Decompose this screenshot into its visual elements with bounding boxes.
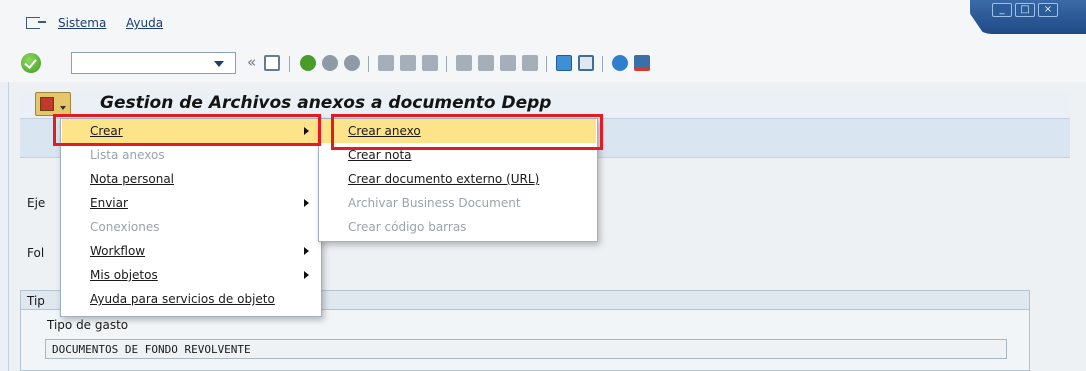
chevron-right-icon bbox=[304, 271, 309, 279]
next-page-icon[interactable] bbox=[500, 55, 516, 71]
toolbar-separator bbox=[446, 56, 447, 72]
exit-nav-icon[interactable] bbox=[322, 55, 338, 71]
save-icon[interactable] bbox=[264, 55, 280, 71]
label-ejercicio: Eje bbox=[27, 196, 46, 210]
group-box-title: Tip bbox=[27, 294, 45, 308]
toolbar-separator bbox=[602, 56, 603, 72]
command-field[interactable] bbox=[71, 52, 236, 74]
chevron-right-icon bbox=[304, 199, 309, 207]
menu-bar: Sistema Ayuda _ □ × bbox=[0, 0, 1086, 44]
tipo-de-gasto-field[interactable]: DOCUMENTOS DE FONDO REVOLVENTE bbox=[45, 339, 1007, 359]
menu-item-conexiones: Conexiones bbox=[62, 215, 320, 239]
annotation-box-crear-anexo bbox=[331, 114, 603, 150]
menu-item-label: Nota personal bbox=[90, 172, 175, 186]
standard-toolbar: « bbox=[0, 44, 1086, 82]
menu-item-label: Mis objetos bbox=[90, 268, 158, 282]
chevron-right-icon bbox=[304, 247, 309, 255]
menu-item-label: Lista anexos bbox=[90, 148, 165, 162]
services-context-menu: Crear Lista anexos Nota personal Enviar … bbox=[60, 118, 322, 317]
page-title: Gestion de Archivos anexos a documento D… bbox=[100, 93, 552, 113]
maximize-icon[interactable]: □ bbox=[1015, 3, 1035, 17]
menu-item-archivar-business-document: Archivar Business Document bbox=[320, 191, 596, 215]
label-folio: Fol bbox=[27, 246, 45, 260]
window-controls: _ □ × bbox=[970, 0, 1086, 34]
menu-item-label: Workflow bbox=[90, 244, 146, 258]
close-icon[interactable]: × bbox=[1038, 3, 1058, 17]
toolbar-separator bbox=[368, 56, 369, 72]
annotation-box-crear bbox=[53, 114, 321, 146]
chevron-down-icon bbox=[60, 106, 66, 110]
menu-item-label: Crear documento externo (URL) bbox=[348, 172, 540, 186]
menu-item-label: Crear nota bbox=[348, 148, 412, 162]
menu-item-lista-anexos: Lista anexos bbox=[62, 143, 320, 167]
field-label-tipo-de-gasto: Tipo de gasto bbox=[47, 318, 129, 332]
find-icon[interactable] bbox=[400, 55, 416, 71]
services-for-object-icon[interactable] bbox=[35, 92, 71, 116]
layout-menu-icon[interactable] bbox=[634, 55, 650, 71]
chevron-down-icon[interactable] bbox=[214, 61, 224, 67]
menu-item-mis-objetos[interactable]: Mis objetos bbox=[62, 263, 320, 287]
menu-item-label: Archivar Business Document bbox=[348, 196, 521, 210]
enter-check-icon[interactable] bbox=[21, 53, 41, 73]
print-icon[interactable] bbox=[378, 55, 394, 71]
menu-sistema[interactable]: Sistema bbox=[58, 16, 106, 30]
menu-item-crear-codigo-barras: Crear código barras bbox=[320, 215, 596, 239]
find-next-icon[interactable] bbox=[422, 55, 438, 71]
menu-item-label: Ayuda para servicios de objeto bbox=[90, 292, 275, 306]
new-session-icon[interactable] bbox=[556, 55, 572, 71]
first-page-icon[interactable] bbox=[456, 55, 472, 71]
help-icon[interactable] bbox=[612, 55, 628, 71]
menu-item-ayuda-servicios[interactable]: Ayuda para servicios de objeto bbox=[62, 287, 320, 311]
double-chevron-left-icon[interactable]: « bbox=[247, 53, 256, 71]
toolbar-separator bbox=[289, 56, 290, 72]
menu-item-label: Crear código barras bbox=[348, 220, 467, 234]
menu-item-label: Enviar bbox=[90, 196, 128, 210]
menu-item-nota-personal[interactable]: Nota personal bbox=[62, 167, 320, 191]
minimize-icon[interactable]: _ bbox=[992, 3, 1012, 17]
toolbar-separator bbox=[546, 56, 547, 72]
shortcut-icon[interactable] bbox=[578, 55, 594, 71]
last-page-icon[interactable] bbox=[522, 55, 538, 71]
menu-item-workflow[interactable]: Workflow bbox=[62, 239, 320, 263]
exit-icon[interactable] bbox=[26, 17, 46, 29]
menu-item-crear-documento-externo[interactable]: Crear documento externo (URL) bbox=[320, 167, 596, 191]
menu-item-enviar[interactable]: Enviar bbox=[62, 191, 320, 215]
cancel-icon[interactable] bbox=[344, 55, 360, 71]
menu-item-label: Conexiones bbox=[90, 220, 160, 234]
previous-page-icon[interactable] bbox=[478, 55, 494, 71]
back-icon[interactable] bbox=[300, 55, 316, 71]
menu-ayuda[interactable]: Ayuda bbox=[126, 16, 163, 30]
